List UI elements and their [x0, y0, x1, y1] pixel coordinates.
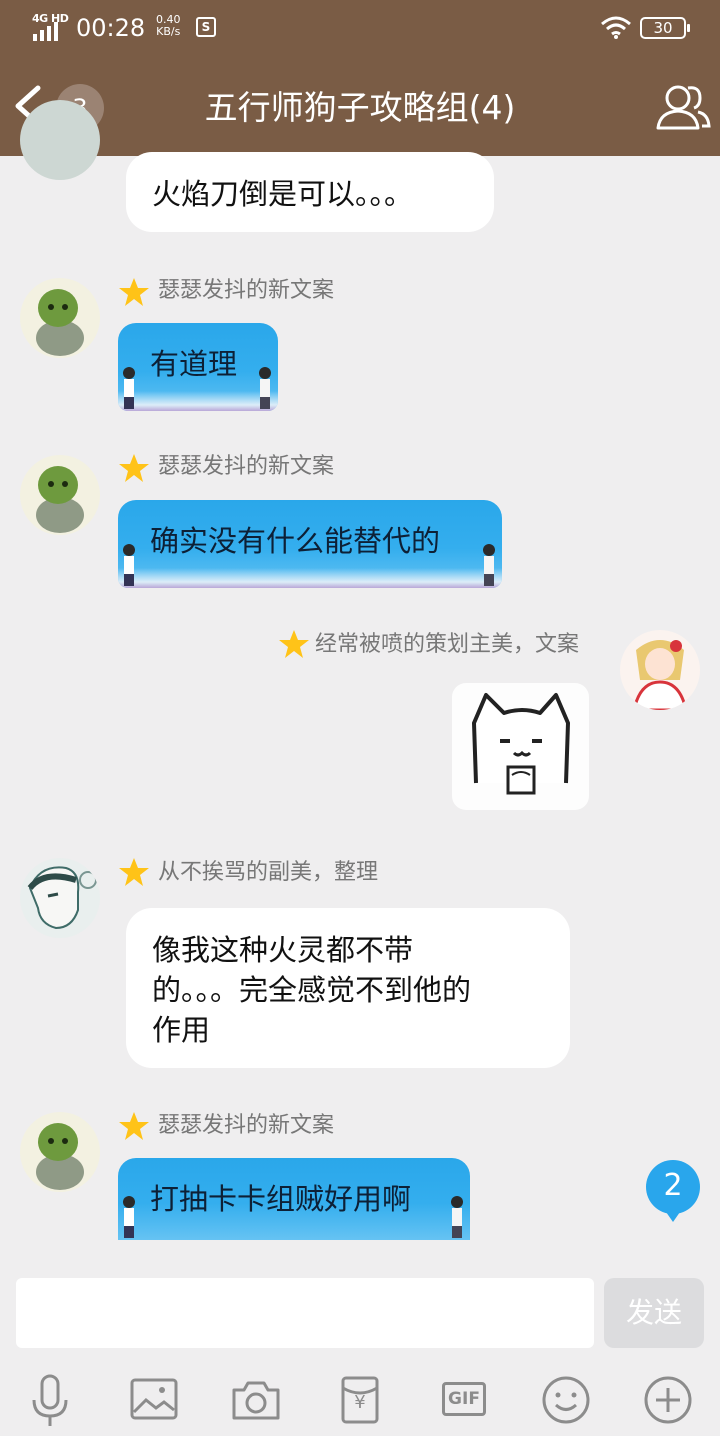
- message-bubble[interactable]: 打抽卡卡组贼好用啊: [118, 1158, 470, 1240]
- bubble-character-decoration: [451, 1196, 463, 1238]
- member-level-star-icon: [119, 1112, 149, 1140]
- sender-name: 瑟瑟发抖的新文案: [158, 278, 335, 303]
- gif-icon[interactable]: GIF: [436, 1372, 492, 1428]
- bubble-character-decoration: [123, 1196, 135, 1238]
- bubble-character-decoration: [259, 367, 271, 409]
- bubble-character-decoration: [123, 544, 135, 586]
- message-bubble[interactable]: 火焰刀倒是可以。。。: [126, 152, 494, 232]
- emoji-icon[interactable]: [538, 1372, 594, 1428]
- chat-title: 五行师狗子攻略组(4): [204, 88, 516, 127]
- network-speed: 0.40 KB/s: [156, 13, 181, 38]
- camera-icon[interactable]: [228, 1372, 284, 1428]
- cat-sticker-image: [472, 693, 570, 795]
- sender-name: 瑟瑟发抖的新文案: [158, 454, 335, 479]
- sender-name: 经常被喷的策划主美，文案: [315, 632, 580, 657]
- top-bar: 4G HD 00:28 0.40 KB/s S 30 3 五行师狗子攻略组(4): [0, 0, 720, 156]
- sender-name: 瑟瑟发抖的新文案: [158, 1113, 335, 1138]
- member-level-star-icon: [119, 278, 149, 306]
- avatar[interactable]: [620, 630, 700, 710]
- plus-icon[interactable]: [640, 1372, 696, 1428]
- bubble-character-decoration: [483, 544, 495, 586]
- status-time: 00:28: [76, 14, 146, 42]
- image-icon[interactable]: [126, 1372, 182, 1428]
- battery-icon: 30: [640, 17, 690, 39]
- send-button[interactable]: 发送: [604, 1278, 704, 1348]
- red-packet-icon[interactable]: ¥: [332, 1372, 388, 1428]
- status-bar: 4G HD 00:28 0.40 KB/s S 30: [0, 0, 720, 56]
- sticker-message[interactable]: [452, 683, 589, 810]
- avatar[interactable]: [20, 858, 100, 938]
- member-level-star-icon: [279, 630, 309, 658]
- s-app-icon: S: [196, 17, 216, 37]
- wifi-icon: [601, 16, 631, 39]
- member-level-star-icon: [119, 858, 149, 886]
- group-members-icon[interactable]: [654, 80, 712, 134]
- avatar[interactable]: [20, 100, 100, 180]
- avatar[interactable]: [20, 278, 100, 358]
- bubble-decoration: [118, 568, 502, 588]
- message-bubble[interactable]: 像我这种火灵都不带 的。。。完全感觉不到他的 作用: [126, 908, 570, 1068]
- message-bubble[interactable]: 有道理: [118, 323, 278, 411]
- message-input[interactable]: [16, 1278, 594, 1348]
- sender-name: 从不挨骂的副美，整理: [158, 860, 379, 885]
- bubble-character-decoration: [123, 367, 135, 409]
- new-messages-badge[interactable]: 2: [646, 1160, 700, 1222]
- member-level-star-icon: [119, 454, 149, 482]
- network-type: 4G HD: [32, 12, 69, 25]
- input-bar: 发送 ¥ GIF: [0, 1240, 720, 1436]
- message-text: 像我这种火灵都不带 的。。。完全感觉不到他的 作用: [152, 933, 472, 1047]
- mic-icon[interactable]: [22, 1372, 78, 1428]
- avatar[interactable]: [20, 455, 100, 535]
- message-bubble[interactable]: 确实没有什么能替代的: [118, 500, 502, 588]
- avatar[interactable]: [20, 1112, 100, 1192]
